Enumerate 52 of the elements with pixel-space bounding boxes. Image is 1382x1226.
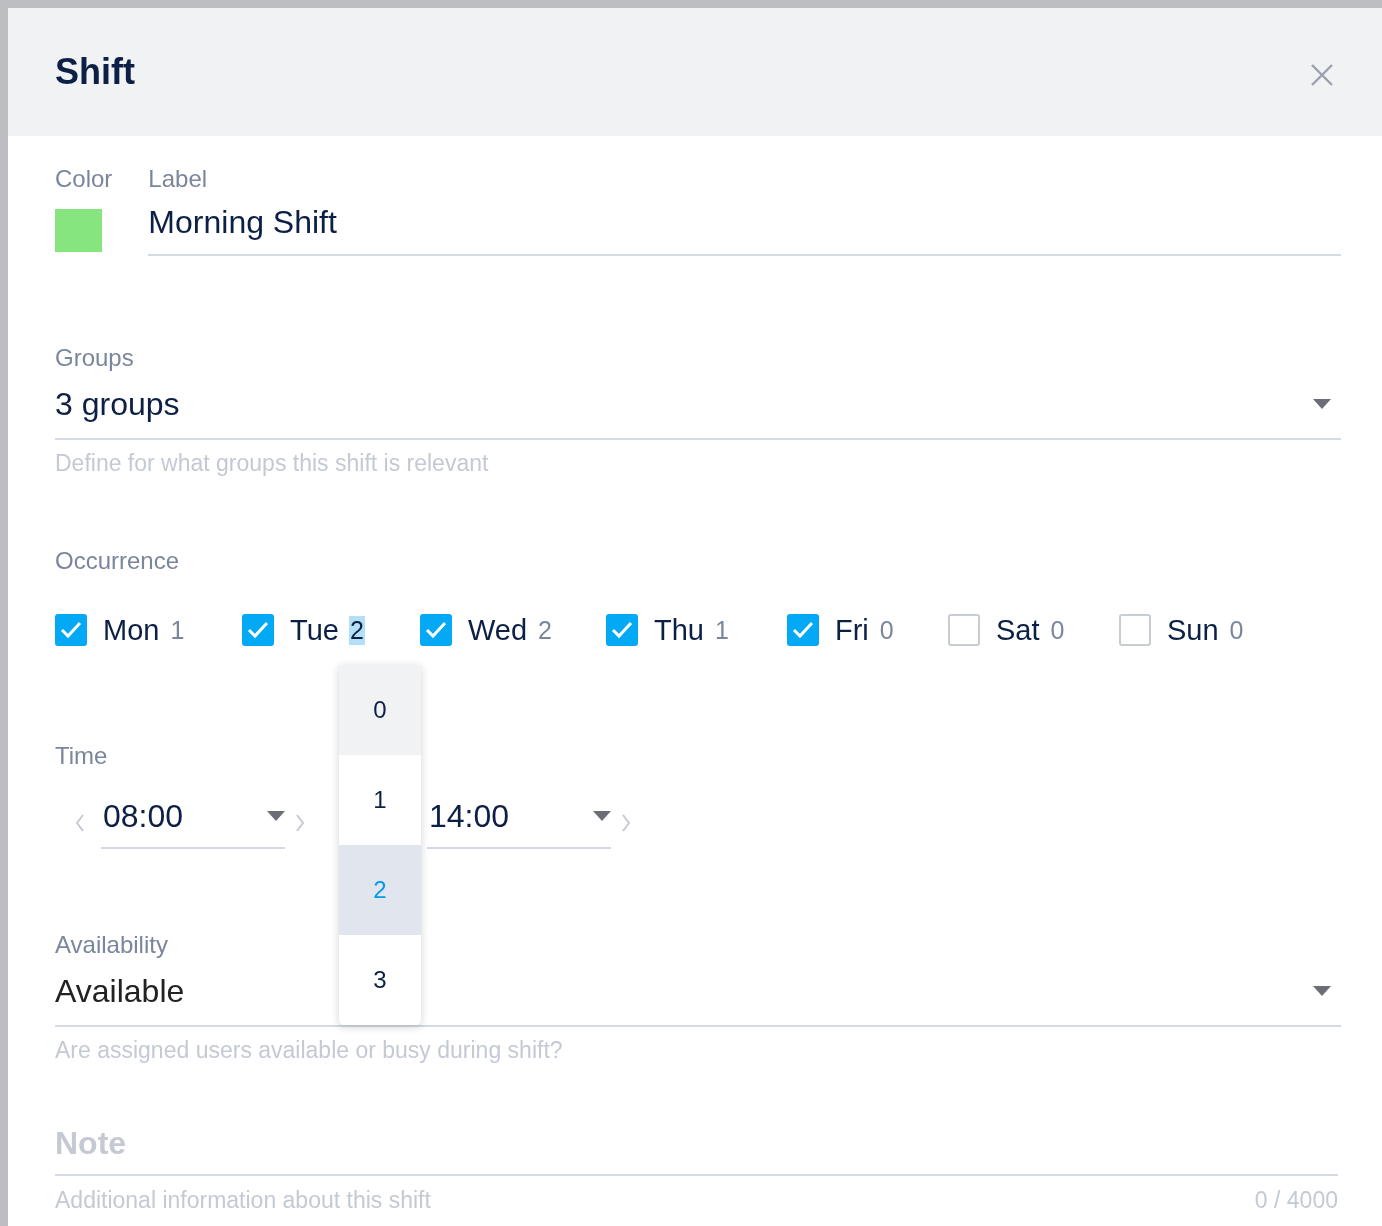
checkbox[interactable] <box>1119 614 1151 646</box>
count-select[interactable]: 1 <box>169 615 186 645</box>
color-swatch[interactable] <box>55 209 102 252</box>
day-label: Thu <box>654 613 704 647</box>
day-label: Sat <box>996 613 1040 647</box>
check-icon <box>425 621 447 639</box>
day-label: Tue <box>290 613 339 647</box>
checkbox[interactable] <box>55 614 87 646</box>
day-label: Fri <box>835 613 869 647</box>
groups-label: Groups <box>55 343 135 373</box>
chevron-right-icon[interactable] <box>621 813 631 832</box>
color-label: Color <box>55 164 113 194</box>
checkbox[interactable] <box>242 614 274 646</box>
menu-option[interactable]: 1 <box>339 754 421 845</box>
checkbox[interactable] <box>606 614 638 646</box>
label-label: Label <box>148 164 209 194</box>
checkbox[interactable] <box>787 614 819 646</box>
checkbox[interactable] <box>420 614 452 646</box>
count-select[interactable]: 0 <box>878 615 895 645</box>
helper-text: Define for what groups this shift is relevant <box>55 449 490 477</box>
occurrence-label: Occurrence <box>55 546 181 576</box>
day-label: Sun <box>1167 613 1219 647</box>
checkbox[interactable] <box>948 614 980 646</box>
time-label: Time <box>55 741 109 771</box>
day-label: Mon <box>103 613 160 647</box>
check-icon <box>792 621 814 639</box>
caret-icon <box>593 811 611 821</box>
check-icon <box>247 621 269 639</box>
count-select[interactable]: 0 <box>1049 615 1066 645</box>
chevron-left-icon[interactable] <box>75 813 85 832</box>
helper-text: Additional information about this shift <box>55 1186 431 1214</box>
check-icon <box>611 621 633 639</box>
chevron-right-icon[interactable] <box>295 813 305 832</box>
time-select[interactable]: 08:00 <box>101 796 285 849</box>
count-select[interactable]: 1 <box>714 615 730 645</box>
check-icon <box>60 621 82 639</box>
helper-text: Are assigned users available or busy during shift? <box>55 1036 564 1064</box>
caret-icon <box>1313 986 1331 996</box>
dialog-title: Shift <box>55 51 135 93</box>
groups-select[interactable]: 3 groups <box>55 384 1341 440</box>
close-icon[interactable] <box>1311 64 1333 86</box>
label-input[interactable]: Morning Shift <box>148 202 1341 256</box>
count-select[interactable]: 2 <box>348 615 365 645</box>
caret-icon <box>267 811 285 821</box>
availability-label: Availability <box>55 930 169 960</box>
caret-icon <box>1313 399 1331 409</box>
time-select[interactable]: 14:00 <box>427 796 611 849</box>
menu-option[interactable]: 0 <box>339 664 421 755</box>
character-counter: 0 / 4000 <box>1254 1186 1338 1214</box>
count-select[interactable]: 0 <box>1228 615 1245 645</box>
day-label: Wed <box>468 613 528 647</box>
count-select[interactable]: 2 <box>537 615 553 645</box>
